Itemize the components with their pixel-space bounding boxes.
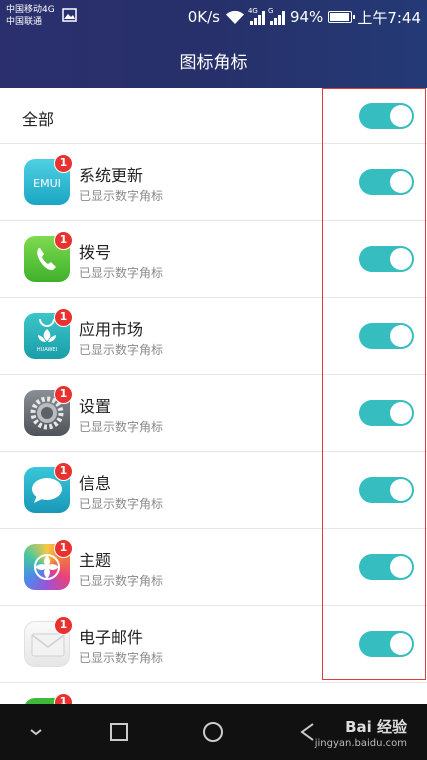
signal-icon-2: G — [267, 6, 285, 25]
app-name: 设置 — [79, 397, 112, 416]
app-name: 信息 — [79, 474, 112, 493]
badge-toggle-dialer[interactable] — [359, 246, 414, 272]
notification-badge: 1 — [54, 616, 73, 635]
carrier-1: 中国移动4G — [6, 5, 55, 15]
notification-badge: 1 — [54, 385, 73, 404]
badge-toggle-messages[interactable] — [359, 477, 414, 503]
signal-icon-1: 4G — [247, 6, 265, 25]
badge-toggle-themes[interactable] — [359, 554, 414, 580]
app-name: 系统更新 — [79, 166, 144, 185]
navigation-bar: Bai 经验 jingyan.baidu.com — [0, 704, 427, 760]
clock: 上午7:44 — [357, 8, 421, 27]
carrier-info: 中国移动4G 中国联通 — [6, 4, 55, 28]
app-status: 已显示数字角标 — [79, 497, 164, 511]
recent-apps-button[interactable] — [107, 720, 131, 744]
toggle-knob — [390, 248, 412, 270]
gallery-icon — [62, 8, 77, 22]
badge-toggle-app-market[interactable] — [359, 323, 414, 349]
status-bar: 中国移动4G 中国联通 0K/s 4G G 94% 上午7:44 — [0, 0, 427, 34]
app-name: 主题 — [79, 551, 112, 570]
app-status: 已显示数字角标 — [79, 420, 164, 434]
badge-settings-list[interactable]: 全部 EMUI 1 系统更新 已显示数字角标 1 拨号 已显示数字角标 HUAW… — [0, 88, 427, 704]
notification-badge: 1 — [54, 308, 73, 327]
toggle-knob — [390, 325, 412, 347]
status-indicators: 0K/s 4G G 94% 上午7:44 — [188, 7, 421, 27]
toggle-knob — [390, 105, 412, 127]
notification-badge: 1 — [54, 154, 73, 173]
all-apps-toggle[interactable] — [359, 103, 414, 129]
app-header: 中国移动4G 中国联通 0K/s 4G G 94% 上午7:44 图标角标 — [0, 0, 427, 88]
app-status: 已显示数字角标 — [79, 266, 164, 280]
app-status: 已显示数字角标 — [79, 574, 164, 588]
wifi-icon — [225, 10, 244, 24]
notification-badge: 1 — [54, 462, 73, 481]
app-name: 电子邮件 — [79, 628, 144, 647]
toggle-knob — [390, 402, 412, 424]
watermark-brand: Bai 经验 — [345, 718, 407, 736]
network-type-2: G — [267, 6, 274, 15]
toggle-knob — [390, 633, 412, 655]
all-apps-row: 全部 — [0, 88, 427, 144]
app-row-system-update: EMUI 1 系统更新 已显示数字角标 — [0, 144, 427, 221]
app-name: 拨号 — [79, 243, 112, 262]
page-title: 图标角标 — [179, 53, 248, 73]
toggle-knob — [390, 556, 412, 578]
notification-badge: 1 — [54, 693, 73, 704]
badge-toggle-system-update[interactable] — [359, 169, 414, 195]
battery-icon — [328, 11, 356, 23]
carrier-2: 中国联通 — [6, 17, 43, 27]
app-status: 已显示数字角标 — [79, 343, 164, 357]
app-status: 已显示数字角标 — [79, 189, 164, 203]
app-row-messages: 1 信息 已显示数字角标 — [0, 452, 427, 529]
network-type-1: 4G — [247, 6, 258, 15]
badge-toggle-email[interactable] — [359, 631, 414, 657]
app-row-settings: 1 设置 已显示数字角标 — [0, 375, 427, 452]
app-row-wechat: 1 微信 — [0, 683, 427, 704]
app-row-email: 1 电子邮件 已显示数字角标 — [0, 606, 427, 683]
notification-badge: 1 — [54, 231, 73, 250]
huawei-icon-text: HUAWEI — [37, 347, 57, 353]
badge-toggle-settings[interactable] — [359, 400, 414, 426]
chevron-down-icon[interactable] — [24, 720, 48, 744]
app-status: 已显示数字角标 — [79, 651, 164, 665]
app-name: 应用市场 — [79, 320, 144, 339]
battery-percent: 94% — [289, 8, 324, 26]
toggle-knob — [390, 171, 412, 193]
notification-badge: 1 — [54, 539, 73, 558]
toggle-knob — [390, 479, 412, 501]
app-row-themes: 1 主题 已显示数字角标 — [0, 529, 427, 606]
app-row-app-market: HUAWEI 1 应用市场 已显示数字角标 — [0, 298, 427, 375]
all-apps-label: 全部 — [22, 110, 55, 129]
emui-icon-text: EMUI — [33, 177, 61, 190]
battery-level — [330, 13, 350, 21]
home-button[interactable] — [201, 720, 225, 744]
network-speed: 0K/s — [187, 8, 220, 26]
app-row-dialer: 1 拨号 已显示数字角标 — [0, 221, 427, 298]
watermark-url: jingyan.baidu.com — [314, 738, 407, 749]
